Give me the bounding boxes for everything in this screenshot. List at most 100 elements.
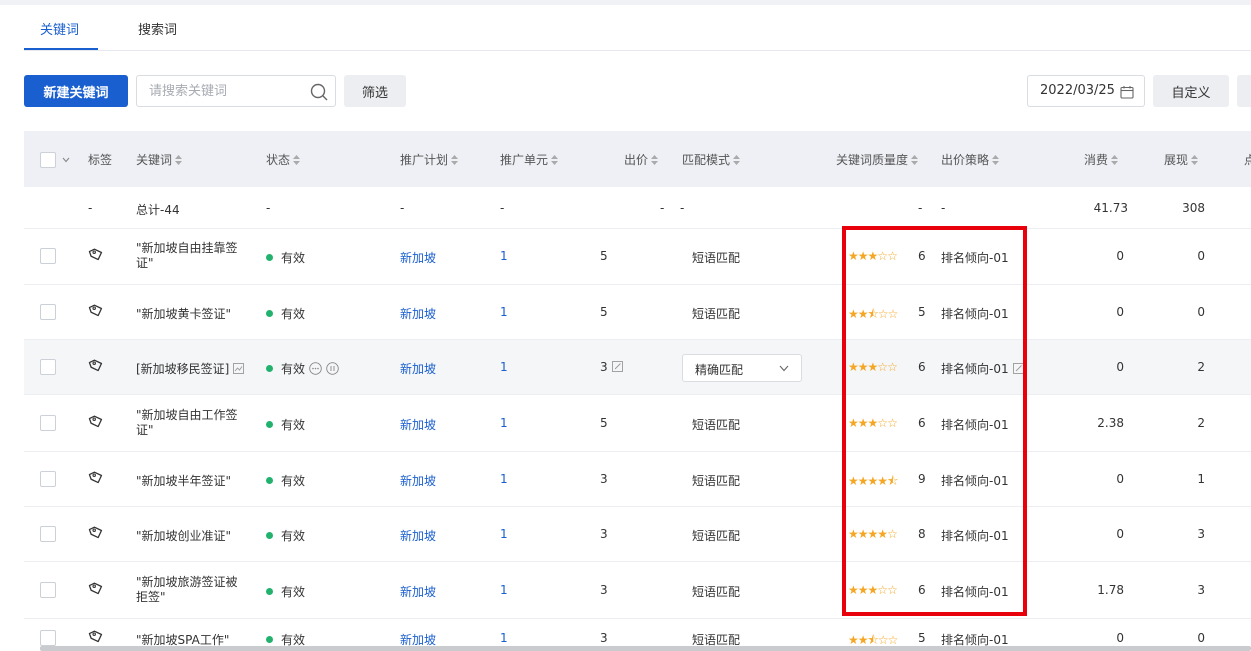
sort-icon[interactable] [451, 155, 459, 165]
table-row[interactable]: "新加坡创业准证" 有效 新加坡 1 3 短语匹配 ★★★★☆ 8 排名倾向-01 0 3 [24, 507, 1251, 562]
unit-link[interactable]: 1 [500, 583, 508, 597]
bid-value: 3 [600, 472, 608, 486]
col-impressions[interactable]: 展现 [1164, 151, 1199, 168]
status-label: 有效 [281, 251, 306, 265]
table-row[interactable]: "新加坡自由工作签证" 有效 新加坡 1 5 短语匹配 ★★★☆☆ 6 排名倾向-01 2.38 2 [24, 395, 1251, 452]
tag-icon[interactable] [88, 358, 104, 374]
custom-button[interactable]: 自定义 [1153, 75, 1229, 107]
bid-label: 5 [600, 416, 608, 430]
status-label: 有效 [281, 362, 306, 376]
chevron-down-icon[interactable] [62, 157, 70, 163]
bid-value: 3 [600, 527, 608, 541]
tag-icon[interactable] [88, 303, 104, 319]
col-bid[interactable]: 出价 [624, 151, 659, 168]
table-row[interactable]: [新加坡移民签证] 有效 新加坡 1 3 精确匹配 ★★★☆☆ 6 排名倾向-01 0 2 [24, 340, 1251, 395]
plan-link[interactable]: 新加坡 [400, 472, 436, 489]
tag-icon[interactable] [88, 629, 104, 645]
table-row[interactable]: "新加坡黄卡签证" 有效 新加坡 1 5 短语匹配 ★★⯪☆☆ 5 排名倾向-01 0 0 [24, 285, 1251, 340]
new-keyword-button[interactable]: 新建关键词 [24, 75, 128, 107]
row-checkbox[interactable] [40, 630, 56, 646]
table-row[interactable]: "新加坡半年签证" 有效 新加坡 1 3 短语匹配 ★★★★⯪ 9 排名倾向-01 0 1 [24, 452, 1251, 507]
status-dot [266, 254, 273, 261]
match-mode-select[interactable]: 精确匹配 [682, 354, 802, 382]
col-unit[interactable]: 推广单元 [500, 151, 559, 168]
bid-value[interactable]: 3 [600, 360, 623, 374]
row-checkbox[interactable] [40, 582, 56, 598]
col-match[interactable]: 匹配模式 [682, 151, 741, 168]
horizontal-scrollbar[interactable] [40, 646, 1251, 651]
col-cost[interactable]: 消费 [1084, 151, 1119, 168]
select-all-checkbox[interactable] [40, 152, 56, 168]
overflow-button[interactable] [1237, 75, 1251, 107]
impressions-value: 0 [1197, 631, 1205, 645]
tab-keywords[interactable]: 关键词 [40, 19, 79, 38]
impressions-value: 3 [1197, 583, 1205, 597]
match-mode: 短语匹配 [692, 529, 741, 543]
col-match-label: 匹配模式 [682, 153, 731, 167]
plan-link[interactable]: 新加坡 [400, 583, 436, 600]
row-checkbox[interactable] [40, 304, 56, 320]
bid-label: 3 [600, 631, 608, 645]
tag-icon[interactable] [88, 470, 104, 486]
col-status[interactable]: 状态 [266, 151, 301, 168]
unit-link[interactable]: 1 [500, 305, 508, 319]
col-clicks[interactable]: 点 [1244, 151, 1251, 168]
plan-link[interactable]: 新加坡 [400, 527, 436, 544]
tab-search-terms[interactable]: 搜索词 [138, 19, 177, 38]
unit-link[interactable]: 1 [500, 631, 508, 645]
row-checkbox[interactable] [40, 526, 56, 542]
edit-icon[interactable] [233, 363, 245, 374]
filter-button[interactable]: 筛选 [344, 75, 406, 107]
sort-icon[interactable] [733, 155, 741, 165]
sort-icon[interactable] [551, 155, 559, 165]
keyword-text: "新加坡创业准证" [136, 527, 231, 544]
cost-value: 0 [1116, 631, 1124, 645]
col-quality[interactable]: 关键词质量度 [836, 151, 919, 168]
sort-icon[interactable] [1191, 155, 1199, 165]
unit-link[interactable]: 1 [500, 416, 508, 430]
sort-icon[interactable] [992, 155, 1000, 165]
tab-bar: 关键词 搜索词 [24, 5, 1251, 51]
star-full-icon: ★ [848, 633, 859, 647]
total-impressions: 308 [1182, 201, 1205, 215]
col-keyword[interactable]: 关键词 [136, 151, 183, 168]
date-picker[interactable]: 2022/03/25 [1027, 75, 1145, 107]
pause-icon[interactable] [326, 362, 339, 375]
unit-link[interactable]: 1 [500, 527, 508, 541]
unit-link[interactable]: 1 [500, 249, 508, 263]
row-checkbox[interactable] [40, 471, 56, 487]
row-checkbox[interactable] [40, 415, 56, 431]
col-strategy[interactable]: 出价策略 [941, 151, 1000, 168]
tag-icon[interactable] [88, 525, 104, 541]
unit-link[interactable]: 1 [500, 360, 508, 374]
tag-icon[interactable] [88, 247, 104, 263]
keyword-text: [新加坡移民签证] [136, 360, 245, 377]
row-checkbox[interactable] [40, 248, 56, 264]
table-row[interactable]: "新加坡旅游签证被拒签" 有效 新加坡 1 3 短语匹配 ★★★☆☆ 6 排名倾向-01 1.78… [24, 562, 1251, 619]
bid-value: 5 [600, 416, 608, 430]
status-badge: 有效 [266, 583, 305, 600]
col-bid-label: 出价 [624, 153, 649, 167]
tag-icon[interactable] [88, 414, 104, 430]
sort-icon[interactable] [651, 155, 659, 165]
row-checkbox[interactable] [40, 359, 56, 375]
plan-link[interactable]: 新加坡 [400, 305, 436, 322]
plan-link[interactable]: 新加坡 [400, 249, 436, 266]
search-input[interactable] [137, 76, 305, 106]
edit-bid-icon[interactable] [611, 361, 623, 372]
date-value: 2022/03/25 [1040, 83, 1115, 98]
col-plan-label: 推广计划 [400, 153, 449, 167]
tag-icon[interactable] [88, 581, 104, 597]
sort-icon[interactable] [911, 155, 919, 165]
plan-link[interactable]: 新加坡 [400, 416, 436, 433]
col-plan[interactable]: 推广计划 [400, 151, 459, 168]
sort-icon[interactable] [1111, 155, 1119, 165]
keyword-label: "新加坡旅游签证被拒签" [136, 575, 238, 604]
plan-link[interactable]: 新加坡 [400, 360, 436, 377]
table-row[interactable]: "新加坡自由挂靠签证" 有效 新加坡 1 5 短语匹配 ★★★☆☆ 6 排名倾向-01 0 0 [24, 229, 1251, 285]
sort-icon[interactable] [175, 155, 183, 165]
sort-icon[interactable] [293, 155, 301, 165]
unit-link[interactable]: 1 [500, 472, 508, 486]
more-icon[interactable] [309, 362, 322, 375]
search-icon[interactable] [309, 82, 329, 102]
